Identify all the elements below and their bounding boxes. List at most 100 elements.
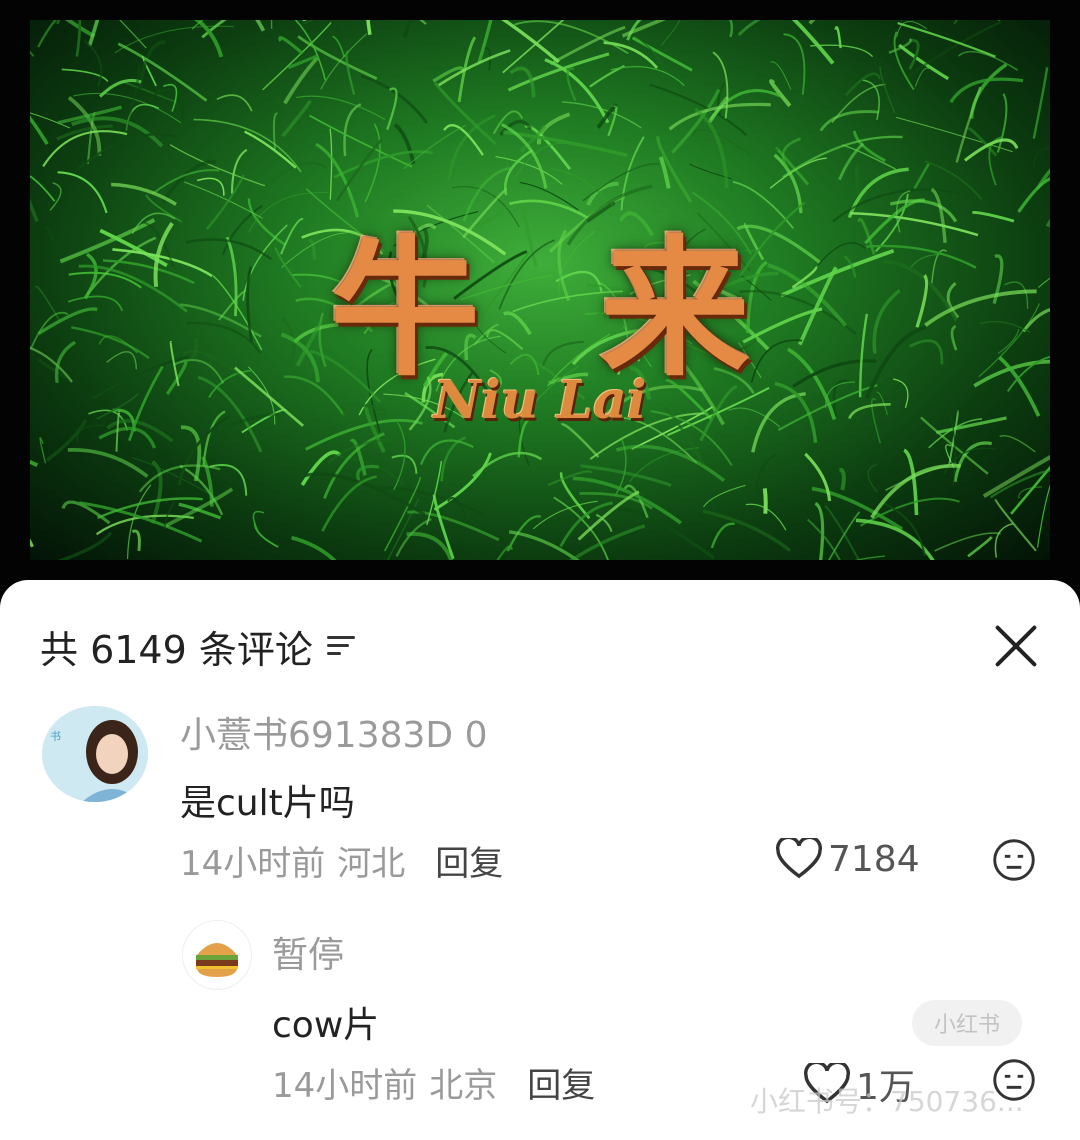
grass-blade [421, 440, 473, 464]
grass-blade [325, 20, 340, 37]
reply-button[interactable]: 回复 [527, 1058, 595, 1107]
grass-blade [1037, 465, 1050, 547]
grass-blade [525, 126, 570, 169]
grass-blade [839, 470, 843, 490]
grass-blade [132, 531, 139, 551]
comment-text: 是cult片吗 [180, 774, 355, 826]
grass-blade [345, 104, 361, 156]
grass-blade [99, 428, 154, 448]
burger-icon [183, 921, 251, 989]
grass-blade [823, 556, 886, 560]
grass-blade [387, 88, 396, 129]
like-count: 7184 [828, 839, 920, 880]
comment-count-title: 共 6149 条评论 [40, 619, 313, 674]
grass-blade [435, 83, 496, 144]
grass-blade [140, 42, 165, 90]
grass-blade [68, 450, 148, 477]
reply-text: cow片 [272, 996, 379, 1048]
reply-button[interactable]: 回复 [435, 836, 503, 885]
grass-blade [263, 23, 331, 90]
emoji-icon[interactable] [992, 838, 1036, 882]
comment-meta: 14小时前 河北 回复 [180, 836, 503, 885]
grass-blade [347, 52, 355, 95]
grass-blade [333, 36, 345, 57]
grass-blade [245, 132, 296, 168]
grass-blade [30, 34, 34, 56]
grass-blade [405, 20, 416, 37]
grass-blade [53, 533, 111, 560]
grass-blade [30, 96, 47, 144]
grass-blade [40, 438, 46, 464]
grass-blade [309, 116, 411, 167]
grass-blade [821, 112, 879, 131]
grass-blade [661, 20, 680, 46]
grass-blade [202, 20, 290, 37]
grass-blade [712, 524, 735, 548]
comments-sheet: 共 6149 条评论 书 小薏书691383D 0 是cult片吗 14小时前 … [0, 580, 1080, 1140]
watermark-text: 小红书号：750736... [750, 1080, 1024, 1120]
reply-meta: 14小时前 北京 回复 [272, 1058, 595, 1107]
grass-blade [704, 485, 746, 507]
grass-blade [438, 50, 510, 85]
avatar[interactable]: 书 [42, 706, 148, 802]
grass-blade [968, 537, 992, 556]
grass-blade [805, 454, 829, 501]
video-frame[interactable]: 牛来 Niu Lai [0, 0, 1080, 600]
grass-blade [784, 34, 805, 95]
grass-blade [880, 67, 895, 113]
grass-blade [473, 453, 541, 476]
grass-blade [623, 20, 739, 36]
grass-blade [935, 533, 1001, 551]
grass-blade [971, 64, 1006, 118]
grass-blade [881, 502, 925, 556]
grass-blade [435, 453, 491, 510]
grass-blade [395, 125, 414, 164]
grass-blade [984, 443, 1050, 497]
grass-blade [590, 66, 625, 87]
movie-title-pinyin: Niu Lai [30, 370, 1050, 431]
grass-blade [954, 20, 987, 24]
grass-blade [368, 20, 375, 35]
grass-blade [998, 94, 1007, 153]
grass-blade [168, 20, 221, 57]
grass-blade [896, 117, 1013, 151]
grass-blade [378, 20, 426, 24]
grass-blade [915, 165, 929, 189]
grass-blade [545, 60, 608, 123]
grass-blade [618, 509, 714, 558]
grass-blade [509, 532, 602, 560]
grass-blade [272, 20, 306, 29]
grass-blade [79, 503, 201, 541]
grass-blade [152, 462, 160, 524]
grass-blade [759, 20, 833, 63]
grass-blade [334, 455, 403, 485]
like-button[interactable]: 7184 [776, 838, 920, 880]
grass-blade [78, 134, 176, 169]
grass-blade [1033, 149, 1050, 169]
reply-username[interactable]: 暂停 [272, 926, 344, 978]
xiaohongshu-logo-watermark: 小红书 [912, 1000, 1022, 1046]
grass-blade [868, 465, 877, 493]
reply-location: 北京 [429, 1058, 497, 1107]
grass-blade [1034, 67, 1047, 138]
grass-blade [255, 523, 279, 547]
grass-blade [269, 20, 305, 21]
close-icon[interactable] [990, 620, 1042, 672]
grass-blade [292, 538, 341, 560]
grass-blade [30, 20, 94, 36]
grass-blade [280, 38, 303, 54]
sort-icon[interactable] [327, 632, 357, 660]
grass-blade [194, 120, 301, 172]
grass-blade [442, 438, 466, 482]
avatar[interactable] [182, 920, 252, 990]
grass-blade [397, 519, 432, 556]
grass-blade [303, 20, 407, 24]
comments-header: 共 6149 条评论 [40, 616, 357, 676]
grass-blade [166, 489, 232, 526]
grass-blade [361, 76, 427, 123]
reply-time: 14小时前 [272, 1058, 417, 1107]
grass-blade [995, 524, 1013, 558]
grass-blade [765, 488, 766, 513]
comment-username[interactable]: 小薏书691383D 0 [180, 706, 488, 758]
grass-blade [810, 20, 905, 23]
